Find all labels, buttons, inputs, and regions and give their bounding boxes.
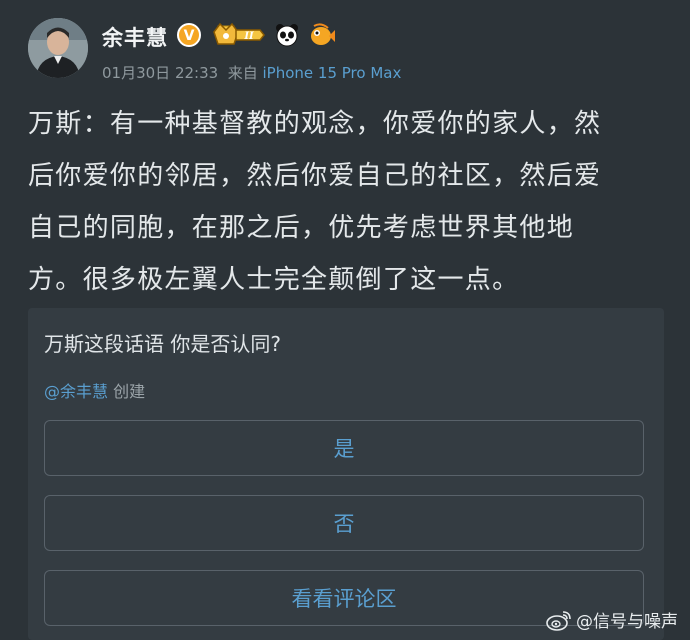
level-badge-text: II [243, 31, 254, 42]
post-header: 余丰慧 V II 01月30日 22:33 来自 iPhone 15 Pro M… [28, 14, 668, 86]
poll-option-yes[interactable]: 是 [44, 420, 644, 476]
avatar-photo-icon [28, 18, 88, 78]
verified-mark: V [184, 28, 195, 44]
post-date: 01月30日 22:33 [102, 64, 219, 82]
post-body-line: 万斯：有一种基督教的观念，你爱你的家人，然 [28, 109, 602, 139]
weibo-logo-icon [546, 610, 571, 631]
fish-emoji-icon [308, 22, 336, 52]
poll-creator-suffix: 创建 [108, 382, 146, 401]
crown-level-badge-icon[interactable]: II [210, 22, 266, 52]
poll-option-no[interactable]: 否 [44, 495, 644, 551]
author-name[interactable]: 余丰慧 [102, 22, 168, 52]
avatar[interactable] [28, 18, 88, 78]
source-prefix: 来自 [227, 64, 258, 82]
post-body-line: 后你爱你的邻居，然后你爱自己的社区，然后爱 [28, 161, 602, 191]
post-body: 万斯：有一种基督教的观念，你爱你的家人，然 后你爱你的邻居，然后你爱自己的社区，… [28, 98, 668, 306]
verified-v-icon: V [176, 22, 202, 52]
post-meta: 01月30日 22:33 来自 iPhone 15 Pro Max [102, 62, 401, 83]
poll-question: 万斯这段话语 你是否认同? [44, 332, 281, 356]
poll-creator: @余丰慧 创建 [44, 378, 145, 402]
poll-creator-mention[interactable]: @余丰慧 [44, 382, 108, 401]
watermark: @信号与噪声 [546, 607, 678, 632]
panda-emoji-icon [274, 22, 300, 52]
post-body-line: 自己的同胞，在那之后，优先考虑世界其他地 [28, 213, 575, 243]
source-device-link[interactable]: iPhone 15 Pro Max [263, 64, 402, 82]
post-body-line: 方。很多极左翼人士完全颠倒了这一点。 [28, 265, 520, 295]
watermark-text: @信号与噪声 [576, 612, 678, 632]
poll-card: 万斯这段话语 你是否认同? @余丰慧 创建 是 否 看看评论区 [28, 308, 664, 640]
author-name-row: 余丰慧 V II [102, 22, 336, 52]
